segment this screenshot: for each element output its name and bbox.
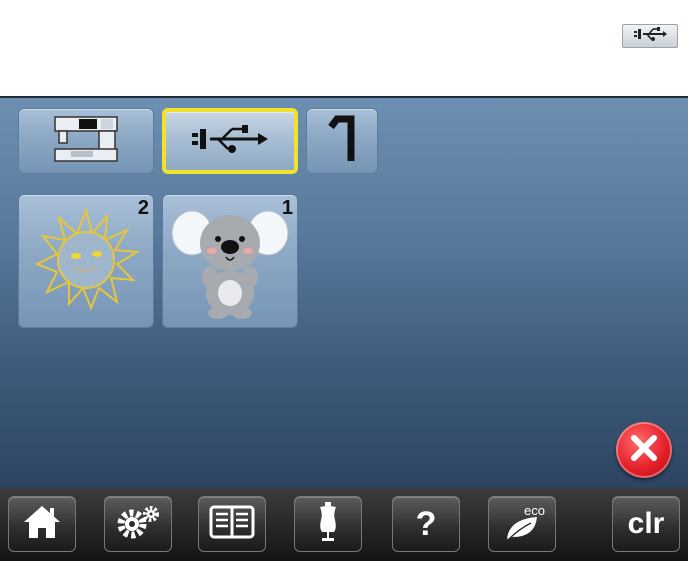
usb-icon bbox=[190, 124, 270, 159]
design-count: 2 bbox=[137, 197, 149, 219]
close-button[interactable] bbox=[616, 422, 672, 478]
bottom-navigation-bar: ? eco clr bbox=[0, 488, 688, 561]
leaf-icon bbox=[505, 515, 539, 546]
sewing-machine-icon bbox=[51, 113, 121, 170]
design-tile-koala[interactable]: 1 bbox=[162, 194, 298, 328]
home-icon bbox=[22, 504, 62, 545]
dress-form-icon bbox=[316, 501, 340, 547]
return-arrow-icon bbox=[327, 115, 357, 168]
file-browser-screen: 2 1 bbox=[0, 96, 688, 490]
usb-button[interactable] bbox=[162, 108, 298, 174]
home-button[interactable] bbox=[8, 496, 76, 552]
machine-memory-button[interactable] bbox=[18, 108, 154, 174]
clear-label: clr bbox=[627, 507, 665, 540]
close-icon bbox=[629, 433, 659, 468]
help-label: ? bbox=[415, 504, 437, 543]
sun-design-icon bbox=[31, 204, 141, 319]
clear-button[interactable]: clr bbox=[612, 496, 680, 552]
eco-label: eco bbox=[524, 503, 545, 518]
gears-icon bbox=[114, 504, 162, 545]
usb-icon bbox=[633, 26, 667, 47]
setup-button[interactable] bbox=[104, 496, 172, 552]
design-count: 1 bbox=[281, 197, 293, 219]
dress-form-button[interactable] bbox=[294, 496, 362, 552]
koala-design-icon bbox=[170, 197, 290, 326]
help-button[interactable]: ? bbox=[392, 496, 460, 552]
tutorial-button[interactable] bbox=[198, 496, 266, 552]
book-icon bbox=[209, 505, 255, 544]
back-button[interactable] bbox=[306, 108, 378, 174]
design-tile-sun[interactable]: 2 bbox=[18, 194, 154, 328]
usb-indicator bbox=[622, 24, 678, 48]
eco-button[interactable]: eco bbox=[488, 496, 556, 552]
